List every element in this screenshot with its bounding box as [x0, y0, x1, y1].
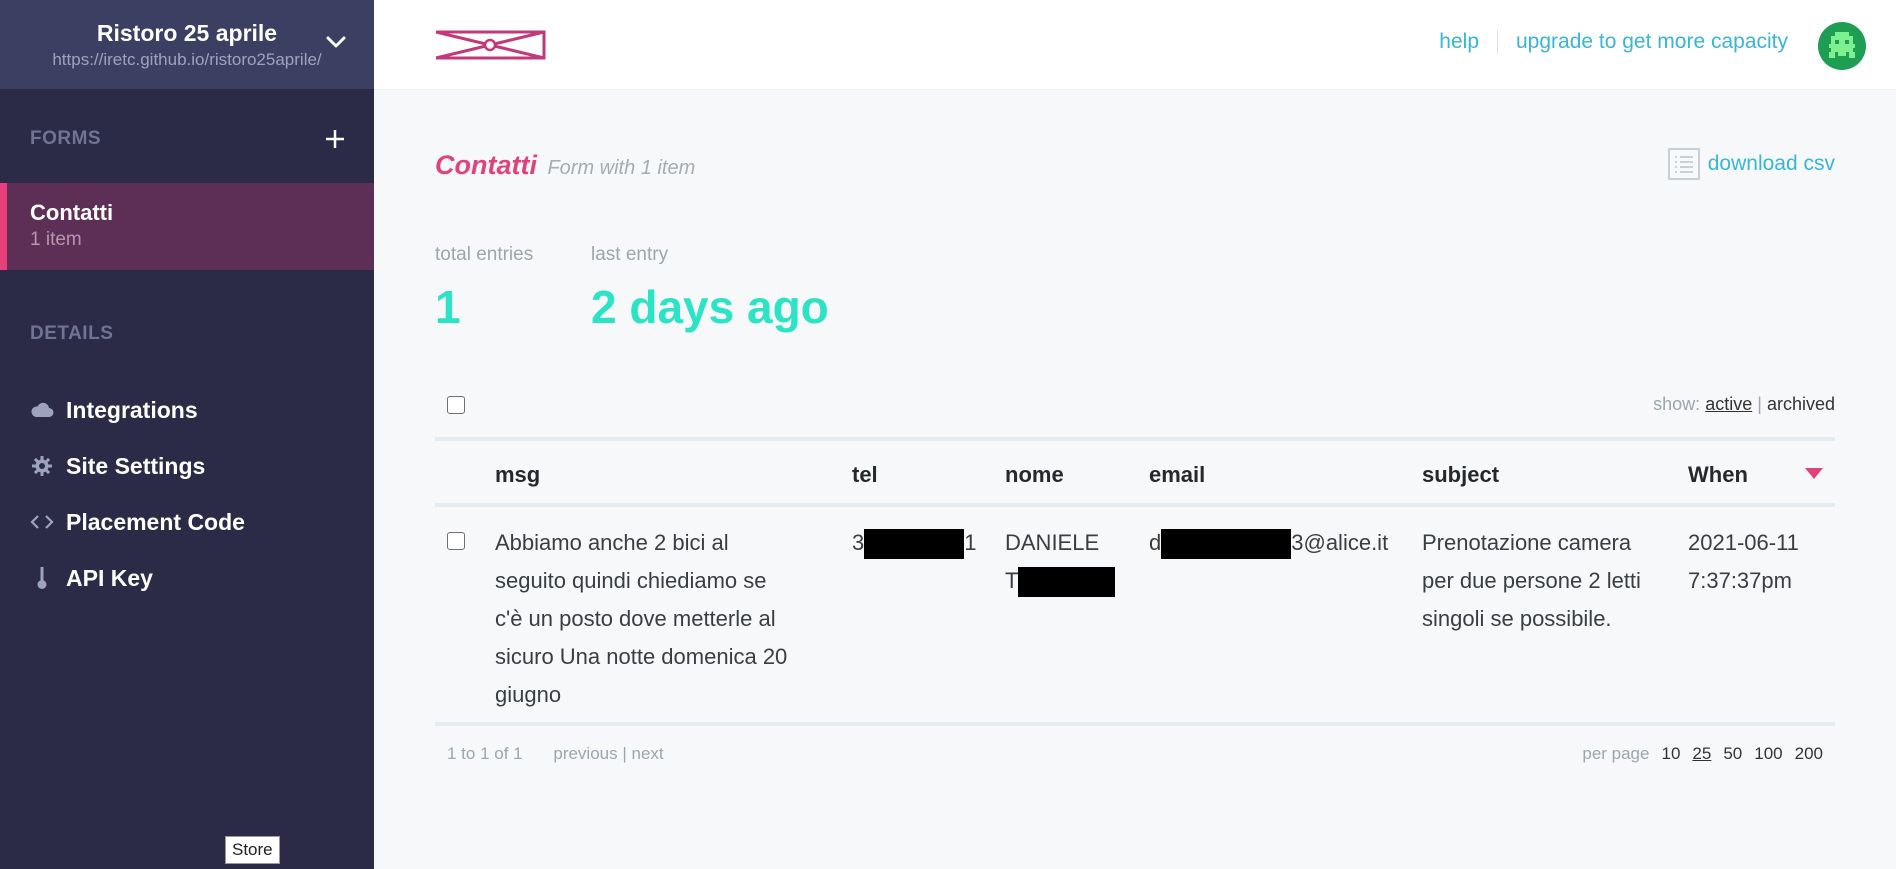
sidebar-item-placement-code[interactable]: Placement Code: [30, 505, 245, 539]
sidebar-item-label: Site Settings: [66, 452, 206, 479]
sidebar-form-contatti[interactable]: Contatti 1 item: [0, 183, 374, 270]
last-entry-value: 2 days ago: [591, 281, 829, 333]
cell-msg-line: seguito quindi chiediamo se: [495, 568, 767, 593]
table-top-rule: [435, 437, 1835, 441]
sidebar-item-site-settings[interactable]: Site Settings: [30, 449, 205, 483]
last-entry-label: last entry: [591, 244, 669, 265]
list-icon: [1667, 148, 1700, 180]
key-icon: [30, 566, 54, 590]
per-page-label: per page: [1582, 744, 1650, 763]
per-page-option[interactable]: 200: [1795, 744, 1823, 764]
cell-tel: 31: [852, 524, 977, 562]
cell-tel-prefix: 3: [852, 530, 865, 555]
column-header-msg[interactable]: msg: [495, 462, 540, 488]
sidebar-item-label: API Key: [66, 564, 153, 591]
pagination-separator: |: [622, 744, 627, 763]
cell-tel-suffix: 1: [964, 530, 977, 555]
cell-msg-line: Abbiamo anche 2 bici al: [495, 530, 729, 555]
per-page-option[interactable]: 50: [1723, 744, 1742, 764]
cell-nome: DANIELE T: [1005, 524, 1116, 600]
sidebar-form-count: 1 item: [30, 229, 82, 250]
cell-when: 2021-06-11 7:37:37pm: [1688, 524, 1799, 600]
next-page-link[interactable]: next: [632, 744, 664, 763]
show-filter: show: active | archived: [1653, 394, 1835, 415]
cell-email: d 3@alice.it: [1149, 524, 1388, 562]
page-title: Contatti Form with 1 item: [435, 150, 695, 181]
cloud-icon: [30, 398, 54, 422]
cell-subject: Prenotazione camera per due persone 2 le…: [1422, 524, 1682, 638]
site-name: Ristoro 25 aprile: [96, 20, 278, 46]
site-switcher[interactable]: Ristoro 25 aprile https://iretc.github.i…: [0, 0, 374, 89]
forms-section-label: FORMS: [30, 128, 102, 149]
sidebar-item-api-key[interactable]: API Key: [30, 561, 153, 595]
total-entries-value: 1: [435, 281, 461, 333]
upgrade-link[interactable]: upgrade to get more capacity: [1516, 30, 1788, 54]
show-prefix: show:: [1653, 394, 1701, 414]
cell-subject-line: singoli se possibile.: [1422, 606, 1612, 631]
form-title: Contatti: [435, 150, 537, 180]
column-header-tel[interactable]: tel: [852, 462, 878, 488]
sort-desc-icon[interactable]: [1805, 468, 1823, 479]
store-tooltip: Store: [225, 836, 280, 864]
sidebar-form-name: Contatti: [30, 200, 114, 225]
cell-msg: Abbiamo anche 2 bici al seguito quindi c…: [495, 524, 835, 714]
gear-icon: [30, 454, 54, 478]
table-bottom-rule: [435, 722, 1835, 726]
per-page-selector: per page 10 25 50 100 200: [1582, 744, 1823, 764]
help-link[interactable]: help: [1439, 30, 1479, 54]
site-url: https://iretc.github.io/ristoro25aprile/: [52, 50, 322, 69]
column-header-email[interactable]: email: [1149, 462, 1205, 488]
cell-subject-line: per due persone 2 letti: [1422, 568, 1641, 593]
cell-when-date: 2021-06-11: [1688, 530, 1799, 555]
sidebar-item-label: Placement Code: [66, 508, 245, 535]
row-checkbox[interactable]: [447, 532, 465, 550]
cell-email-prefix: d: [1149, 530, 1162, 555]
code-icon: [30, 510, 54, 534]
sidebar-item-integrations[interactable]: Integrations: [30, 393, 198, 427]
add-form-button[interactable]: [320, 124, 350, 154]
chevron-down-icon[interactable]: [324, 30, 348, 54]
column-header-when[interactable]: When: [1688, 462, 1748, 488]
column-header-subject[interactable]: subject: [1422, 462, 1499, 488]
cell-when-time: 7:37:37pm: [1688, 568, 1792, 593]
per-page-option[interactable]: 100: [1754, 744, 1782, 764]
sidebar: Ristoro 25 aprile https://iretc.github.i…: [0, 0, 374, 869]
select-all-checkbox[interactable]: [447, 396, 465, 414]
show-archived-link[interactable]: archived: [1767, 394, 1835, 414]
show-active-link[interactable]: active: [1705, 394, 1752, 414]
show-separator: |: [1757, 394, 1762, 414]
table-header-rule: [435, 503, 1835, 507]
form-subtitle: Form with 1 item: [547, 157, 696, 179]
column-header-nome[interactable]: nome: [1005, 462, 1064, 488]
previous-page-link[interactable]: previous: [553, 744, 617, 763]
redaction-block: [864, 529, 965, 560]
details-section-label: DETAILS: [30, 323, 114, 344]
cell-msg-line: c'è un posto dove metterle al: [495, 606, 776, 631]
redaction-block: [1161, 529, 1292, 560]
sidebar-item-label: Integrations: [66, 396, 198, 423]
avatar[interactable]: [1818, 22, 1866, 70]
cell-subject-line: Prenotazione camera: [1422, 530, 1632, 555]
pagination-info: 1 to 1 of 1 previous | next: [447, 744, 664, 764]
cell-nome-prefix: T: [1005, 568, 1019, 593]
per-page-option-selected[interactable]: 25: [1692, 744, 1711, 764]
download-csv-label: download csv: [1707, 152, 1835, 175]
cell-msg-line: sicuro Una notte domenica 20: [495, 644, 788, 669]
top-links-divider: [1497, 30, 1498, 54]
cell-nome-line: DANIELE: [1005, 530, 1100, 555]
per-page-option[interactable]: 10: [1661, 744, 1680, 764]
clothespin-logo-icon[interactable]: [434, 28, 546, 64]
pagination-range: 1 to 1 of 1: [447, 744, 523, 763]
total-entries-label: total entries: [435, 244, 534, 265]
download-csv-button[interactable]: download csv: [1667, 148, 1835, 180]
redaction-block: [1018, 567, 1116, 598]
cell-msg-line: giugno: [495, 682, 562, 707]
top-bar: help upgrade to get more capacity: [374, 0, 1896, 90]
top-links: help upgrade to get more capacity: [1439, 30, 1788, 54]
cell-email-suffix: 3@alice.it: [1291, 530, 1389, 555]
